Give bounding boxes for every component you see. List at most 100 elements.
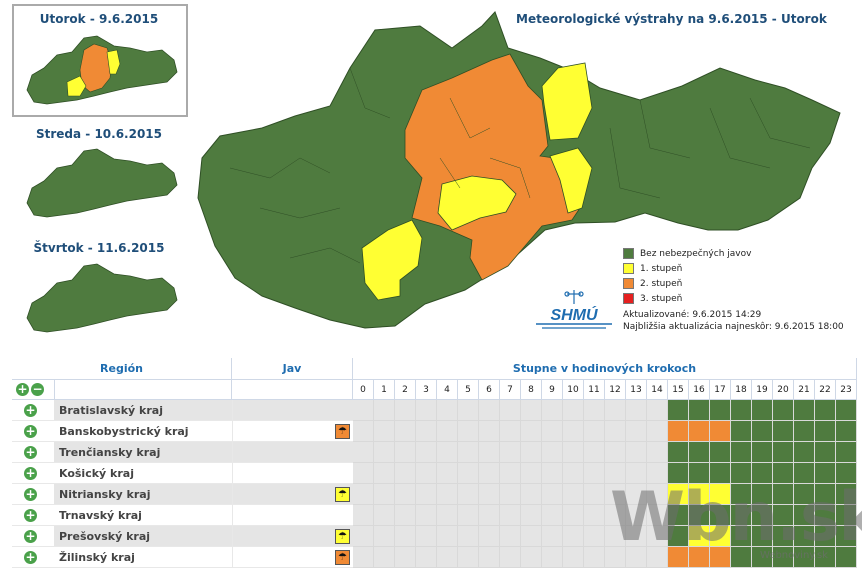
expand-collapse-all: + −: [12, 380, 54, 400]
thumbnail-map-3[interactable]: [22, 258, 182, 336]
legend-label: 2. stupeň: [640, 278, 683, 289]
header-region[interactable]: Región: [12, 358, 232, 380]
hour-header: 8: [521, 380, 542, 400]
hour-cell: [563, 505, 584, 526]
hour-cell: [353, 526, 374, 547]
hour-cell: [542, 421, 563, 442]
hour-cell: [500, 547, 521, 568]
legend-item: 2. stupeň: [623, 276, 751, 291]
hour-cell: [458, 484, 479, 505]
hour-header: 12: [605, 380, 626, 400]
hour-cell: [542, 526, 563, 547]
region-subheader: [54, 380, 232, 400]
jav-cell: ☂: [232, 547, 353, 568]
hour-cell: [563, 484, 584, 505]
hour-cell: [668, 400, 689, 421]
hour-cell: [353, 442, 374, 463]
hour-cell: [521, 505, 542, 526]
main-map[interactable]: [190, 8, 855, 338]
expand-row-button[interactable]: +: [24, 550, 37, 564]
header-hours: Stupne v hodinových krokoch: [353, 358, 857, 380]
jav-cell: [232, 505, 353, 526]
expand-row-button[interactable]: +: [24, 508, 37, 522]
hour-header: 7: [500, 380, 521, 400]
hour-cell: [815, 400, 836, 421]
hour-cell: [374, 547, 395, 568]
hour-cell: [437, 547, 458, 568]
hour-cell: [584, 400, 605, 421]
expand-row-button[interactable]: +: [24, 529, 37, 543]
update-info: Aktualizované: 9.6.2015 14:29 Najbližšia…: [623, 309, 844, 333]
hour-cell: [416, 484, 437, 505]
hour-cell: [500, 505, 521, 526]
hour-cell: [353, 484, 374, 505]
storm-warning-icon[interactable]: ☂: [335, 529, 350, 544]
table-row[interactable]: + Trenčiansky kraj: [12, 442, 857, 463]
legend-swatch-red: [623, 293, 634, 304]
expand-all-button[interactable]: +: [16, 383, 29, 396]
hour-cell: [521, 400, 542, 421]
table-row[interactable]: + Bratislavský kraj: [12, 400, 857, 421]
thumbnail-title-1[interactable]: Utorok - 9.6.2015: [10, 12, 188, 26]
hour-cell: [794, 421, 815, 442]
legend-label: Bez nebezpečných javov: [640, 248, 752, 259]
hour-cell: [710, 421, 731, 442]
hour-header: 10: [563, 380, 584, 400]
hour-cell: [416, 547, 437, 568]
next-update: Najbližšia aktualizácia najneskôr: 9.6.2…: [623, 322, 844, 332]
hour-cell: [395, 442, 416, 463]
hour-cell: [479, 463, 500, 484]
expand-row-button[interactable]: +: [24, 487, 37, 501]
hour-header: 20: [773, 380, 794, 400]
hour-cell: [542, 505, 563, 526]
jav-cell: ☂: [232, 526, 353, 547]
hour-cell: [479, 505, 500, 526]
storm-warning-icon[interactable]: ☂: [335, 550, 350, 565]
hour-cell: [815, 421, 836, 442]
hour-cell: [542, 547, 563, 568]
hour-cell: [584, 421, 605, 442]
hour-cell: [374, 526, 395, 547]
hour-cell: [353, 421, 374, 442]
expand-row-button[interactable]: +: [24, 466, 37, 480]
hour-cell: [794, 400, 815, 421]
hour-cell: [521, 526, 542, 547]
storm-warning-icon[interactable]: ☂: [335, 487, 350, 502]
hour-header: 6: [479, 380, 500, 400]
expand-row-button[interactable]: +: [24, 445, 37, 459]
hour-header: 3: [416, 380, 437, 400]
hour-cell: [416, 526, 437, 547]
hours-header-row: 0 1 2 3 4 5 6 7 8 9 10 11 12 13 14 15 16 17 18 19 20 21 22 23: [353, 380, 857, 400]
storm-warning-icon[interactable]: ☂: [335, 424, 350, 439]
hour-cell: [752, 442, 773, 463]
hour-header: 15: [668, 380, 689, 400]
collapse-all-button[interactable]: −: [31, 383, 44, 396]
hour-cell: [626, 442, 647, 463]
hour-cell: [626, 421, 647, 442]
hour-cell: [479, 484, 500, 505]
table-row[interactable]: + Banskobystrický kraj ☂: [12, 421, 857, 442]
expand-row-button[interactable]: +: [24, 424, 37, 438]
expand-row-button[interactable]: +: [24, 403, 37, 417]
hour-cell: [458, 547, 479, 568]
thumbnail-title-2[interactable]: Streda - 10.6.2015: [10, 127, 188, 141]
thumbnail-map-2[interactable]: [22, 143, 182, 221]
hour-cell: [500, 421, 521, 442]
hour-cell: [521, 463, 542, 484]
expand-row-cell: +: [12, 442, 54, 463]
legend-item: 3. stupeň: [623, 291, 751, 306]
header-jav[interactable]: Jav: [232, 358, 353, 380]
hour-cell: [605, 400, 626, 421]
hour-header: 17: [710, 380, 731, 400]
hour-cell: [542, 442, 563, 463]
hour-cell: [815, 442, 836, 463]
hour-header: 19: [752, 380, 773, 400]
thumbnail-title-3[interactable]: Štvrtok - 11.6.2015: [10, 241, 188, 255]
region-name: Košický kraj: [54, 463, 232, 484]
legend-label: 1. stupeň: [640, 263, 683, 274]
region-name: Žilinský kraj: [54, 547, 232, 568]
thumbnail-map-1[interactable]: [22, 30, 182, 108]
hour-cell: [731, 442, 752, 463]
hour-cell: [668, 421, 689, 442]
legend-swatch-yellow: [623, 263, 634, 274]
